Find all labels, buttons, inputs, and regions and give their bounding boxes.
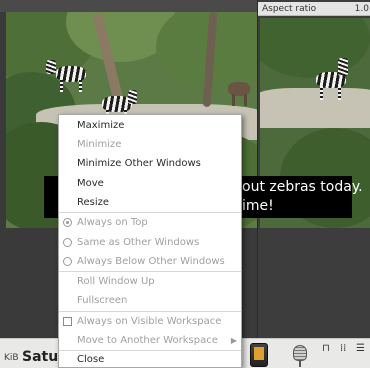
window-context-menu: Maximize Minimize Minimize Other Windows…: [58, 114, 242, 368]
menu-item-label: Fullscreen: [77, 295, 128, 306]
menu-item-label: Minimize Other Windows: [77, 158, 201, 169]
subtitle-tail: out zebras today. ime!: [242, 176, 363, 218]
menu-item-label: Maximize: [77, 120, 125, 131]
menu-item-move-to-another-workspace[interactable]: Move to Another Workspace ▶: [59, 331, 241, 350]
menu-item-label: Roll Window Up: [77, 276, 155, 287]
menu-item-always-below-other-windows[interactable]: Always Below Other Windows: [59, 252, 241, 271]
menu-item-close[interactable]: Close: [59, 350, 241, 367]
menu-item-label: Move to Another Workspace: [77, 335, 218, 346]
menu-item-label: Always on Top: [77, 217, 148, 228]
radio-unchecked-icon: [63, 257, 72, 266]
subtitle-line-1-tail: out zebras today.: [242, 179, 363, 195]
aspect-ratio-label: Aspect ratio: [262, 3, 317, 14]
menu-item-maximize[interactable]: Maximize: [59, 116, 241, 135]
menu-item-same-as-other-windows[interactable]: Same as Other Windows: [59, 233, 241, 252]
menu-item-label: Move: [77, 178, 104, 189]
menu-item-fullscreen[interactable]: Fullscreen: [59, 291, 241, 310]
menu-item-label: Minimize: [77, 139, 122, 150]
menu-item-roll-window-up[interactable]: Roll Window Up: [59, 272, 241, 291]
submenu-arrow-icon: ▶: [230, 336, 237, 345]
menu-item-minimize[interactable]: Minimize: [59, 135, 241, 154]
menu-item-always-on-visible-workspace[interactable]: Always on Visible Workspace: [59, 312, 241, 331]
menu-item-minimize-other-windows[interactable]: Minimize Other Windows: [59, 154, 241, 173]
tray-grid-icon[interactable]: ⁞⁞: [340, 343, 346, 354]
tray-window-icon[interactable]: ⊓: [322, 343, 330, 354]
subtitle-line-2-tail: ime!: [242, 198, 274, 214]
menu-item-label: Close: [77, 354, 105, 365]
radio-unchecked-icon: [63, 238, 72, 247]
menu-item-label: Always on Visible Workspace: [77, 316, 222, 327]
aspect-ratio-value[interactable]: 1.0: [355, 4, 369, 14]
checkbox-icon: [63, 317, 72, 326]
aspect-ratio-row[interactable]: Aspect ratio 1.0: [258, 2, 370, 16]
radio-checked-icon: [63, 218, 72, 227]
menu-item-always-on-top[interactable]: Always on Top: [59, 213, 241, 232]
phone-icon[interactable]: [250, 343, 268, 367]
menu-item-move[interactable]: Move: [59, 174, 241, 193]
menu-item-resize[interactable]: Resize: [59, 193, 241, 212]
menu-item-label: Same as Other Windows: [77, 237, 200, 248]
tray-menu-icon[interactable]: ☰: [356, 343, 365, 354]
menu-item-label: Always Below Other Windows: [77, 256, 225, 267]
menu-item-label: Resize: [77, 197, 110, 208]
memory-unit-label: KiB: [4, 353, 19, 363]
microphone-icon[interactable]: [289, 343, 311, 367]
